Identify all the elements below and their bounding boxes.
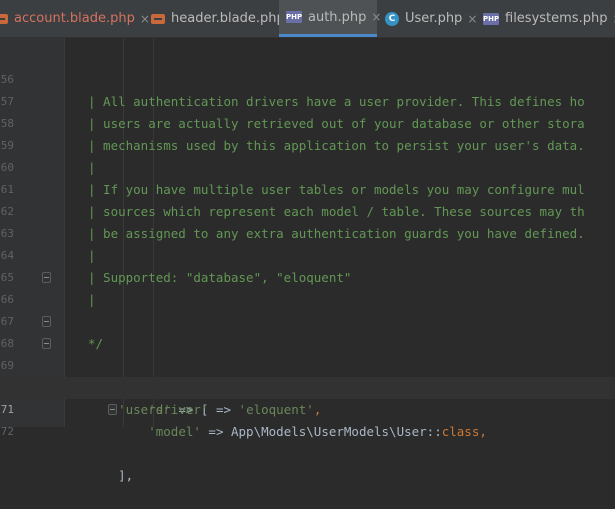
code-fragment: ], bbox=[118, 468, 134, 483]
tab-label: filesystems.php bbox=[505, 11, 608, 26]
code-line[interactable]: 56 | All authentication drivers have a u… bbox=[0, 47, 615, 109]
code-line[interactable]: 60 | If you have multiple user tables or… bbox=[0, 135, 615, 197]
tab-label: auth.php bbox=[308, 9, 367, 25]
code-fragment: , bbox=[479, 424, 487, 439]
tab-user-php[interactable]: C User.php × bbox=[377, 0, 477, 37]
tab-filesystems-php[interactable]: PHP filesystems.php × bbox=[475, 0, 615, 37]
code-text: ], bbox=[88, 465, 133, 487]
php-class-icon: C bbox=[385, 11, 399, 26]
tab-auth-php[interactable]: PHP auth.php × bbox=[279, 0, 381, 37]
code-line[interactable]: 66 */ bbox=[0, 267, 615, 351]
code-line[interactable]: 68 'providers' => [ bbox=[0, 311, 615, 395]
code-fragment: => App\Models\UserModels\User:: bbox=[200, 424, 442, 439]
code-text: 'model' => App\Models\UserModels\User::c… bbox=[88, 421, 487, 443]
tab-label: User.php bbox=[405, 11, 463, 26]
fold-toggle-icon[interactable] bbox=[42, 338, 51, 349]
code-line-current[interactable]: 71 'model' => App\Models\UserModels\User… bbox=[0, 377, 615, 439]
code-line[interactable]: 67 bbox=[0, 289, 615, 328]
code-line[interactable]: 72 ], bbox=[0, 399, 615, 483]
code-line[interactable]: 62 | be assigned to any extra authentica… bbox=[0, 179, 615, 241]
code-editor[interactable]: 56 | All authentication drivers have a u… bbox=[0, 38, 615, 483]
array-key: 'model' bbox=[148, 424, 201, 439]
php-file-icon: PHP bbox=[286, 11, 303, 23]
code-line[interactable]: 65 | bbox=[0, 245, 615, 307]
blade-file-icon bbox=[0, 13, 8, 24]
editor-tab-bar: account.blade.php × header.blade.php × P… bbox=[0, 0, 615, 38]
fold-end-icon[interactable] bbox=[108, 404, 117, 415]
code-line[interactable]: 63 | bbox=[0, 201, 615, 263]
code-line[interactable]: 61 | sources which represent each model … bbox=[0, 157, 615, 219]
line-number: 72 bbox=[0, 425, 14, 438]
code-line[interactable]: 70 'driver' => 'eloquent', bbox=[0, 355, 615, 417]
code-line[interactable]: 59 | bbox=[0, 113, 615, 175]
tab-label: header.blade.php bbox=[171, 11, 285, 26]
code-line[interactable]: 57 | users are actually retrieved out of… bbox=[0, 69, 615, 131]
tab-header-blade[interactable]: header.blade.php × bbox=[143, 0, 300, 37]
code-line[interactable]: 69 'users' => [ bbox=[0, 333, 615, 417]
class-keyword: class bbox=[441, 424, 480, 439]
code-line[interactable]: 58 | mechanisms used by this application… bbox=[0, 91, 615, 153]
fold-toggle-icon[interactable] bbox=[42, 316, 51, 327]
blade-file-icon bbox=[151, 13, 165, 24]
code-line[interactable]: 64 | Supported: "database", "eloquent" bbox=[0, 223, 615, 285]
php-file-icon: PHP bbox=[483, 12, 500, 25]
fold-end-icon[interactable] bbox=[42, 272, 51, 283]
tab-label: account.blade.php bbox=[14, 11, 135, 26]
tab-account-blade[interactable]: account.blade.php × bbox=[0, 0, 150, 37]
